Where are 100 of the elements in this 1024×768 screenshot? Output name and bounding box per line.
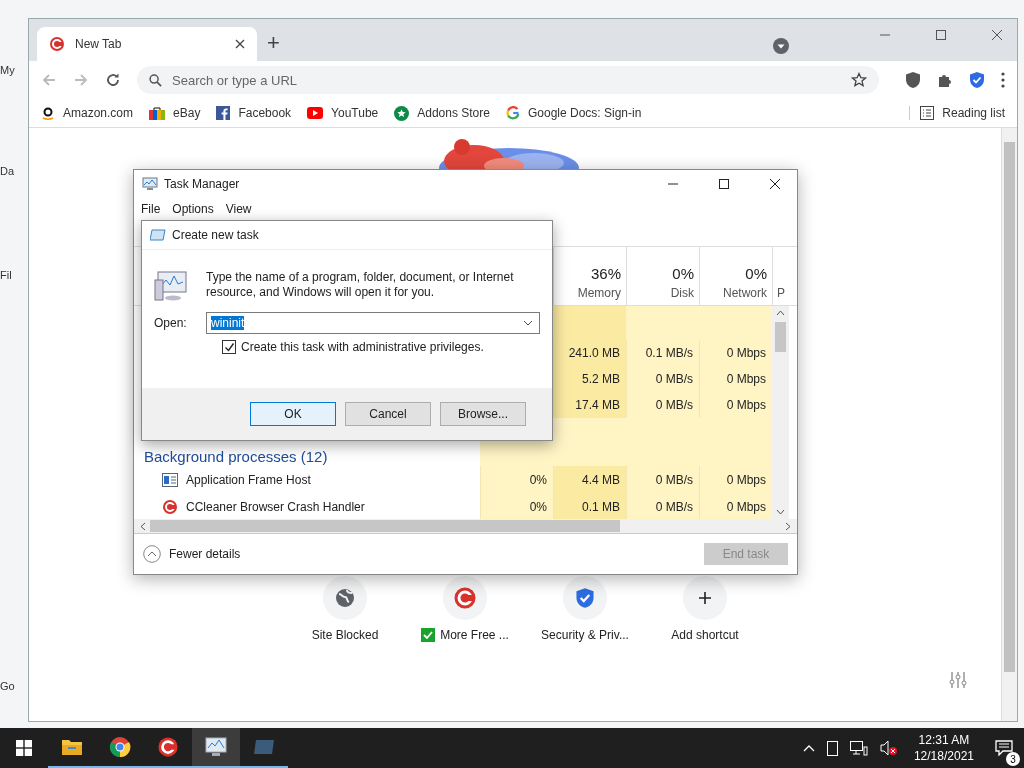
message-icon <box>995 740 1013 756</box>
column-header[interactable]: 0% Disk <box>626 247 699 305</box>
table-cell: 0 Mbps <box>699 392 772 418</box>
play-icon <box>307 107 324 119</box>
close-icon[interactable] <box>769 178 781 190</box>
shortcut-tile[interactable]: Site Blocked <box>286 576 404 642</box>
dialog-title: Create new task <box>172 228 259 242</box>
table-cell: 0 Mbps <box>699 366 772 392</box>
window-icon <box>253 739 275 755</box>
clock[interactable]: 12:31 AM 12/18/2021 <box>913 732 974 764</box>
notifications-button[interactable]: 3 <box>984 729 1024 767</box>
scrollbar[interactable] <box>772 306 789 519</box>
notification-badge: 3 <box>1006 752 1020 766</box>
plus-icon <box>698 591 712 605</box>
new-tab-button[interactable]: + <box>267 30 280 56</box>
table-cell: 0 Mbps <box>699 466 772 493</box>
desktop-icon-label[interactable]: Fil <box>0 269 12 281</box>
table-cell: 0 MB/s <box>626 466 699 493</box>
shortcut-tile[interactable]: Add shortcut <box>646 576 764 642</box>
table-cell: 241.0 MB <box>553 340 626 366</box>
close-icon[interactable] <box>235 39 245 49</box>
bookmark-link[interactable]: Addons Store <box>394 105 490 121</box>
monitor-icon <box>204 736 228 758</box>
shortcut-tile[interactable]: Security & Priv... <box>526 576 644 642</box>
dialog-button[interactable]: OK <box>250 402 336 426</box>
window-title: Task Manager <box>164 177 240 191</box>
ccleaner-icon <box>49 36 65 52</box>
chevron-up-icon[interactable] <box>802 744 815 752</box>
list-icon <box>920 106 935 120</box>
chevron-down-icon[interactable] <box>523 320 533 326</box>
table-cell: 0 Mbps <box>699 493 772 519</box>
computer-icon <box>154 270 188 302</box>
address-bar[interactable]: Search or type a URL <box>137 66 879 94</box>
fewer-details-button[interactable]: Fewer details <box>143 545 241 563</box>
checkbox-label[interactable]: Create this task with administrative privileges. <box>241 340 484 354</box>
input-field[interactable]: wininit <box>206 312 540 334</box>
ccleaner-icon <box>453 586 477 610</box>
dialog-button[interactable]: Cancel <box>345 402 431 426</box>
bookmark-link[interactable]: Facebook <box>216 106 292 120</box>
shortcut-tile[interactable]: More Free ... <box>406 576 524 642</box>
table-cell: 0 MB/s <box>626 493 699 519</box>
bookmark-link[interactable]: eBay <box>149 106 201 120</box>
scrollbar[interactable] <box>134 519 797 533</box>
chrome-icon <box>109 736 131 758</box>
dialog-message: Type the name of a program, folder, document, or Internet resource, and Windows will open it for you. <box>206 270 515 300</box>
scrollbar-thumb[interactable] <box>150 520 620 532</box>
network-icon[interactable] <box>849 740 868 756</box>
shopping-bag-icon <box>149 106 166 120</box>
globe-icon <box>335 588 355 608</box>
dialog-button[interactable]: Browse... <box>440 402 526 426</box>
maximize-icon[interactable] <box>718 178 730 190</box>
star-icon[interactable] <box>851 72 867 88</box>
column-header[interactable]: P <box>772 247 791 305</box>
column-header[interactable]: 0% Network <box>699 247 772 305</box>
table-cell: 17.4 MB <box>553 392 626 418</box>
menu-item[interactable]: Options <box>172 202 214 216</box>
bookmark-link[interactable]: YouTube <box>307 106 379 120</box>
reload-icon[interactable] <box>105 72 121 88</box>
browser-tab[interactable]: New Tab <box>37 27 257 61</box>
scrollbar-thumb[interactable] <box>775 322 786 352</box>
dropdown-icon[interactable] <box>773 38 789 54</box>
table-cell: 0 MB/s <box>626 366 699 392</box>
table-cell: 0% <box>480 466 553 493</box>
desktop-icon-label[interactable]: Da <box>0 165 15 177</box>
menu-icon[interactable] <box>1001 72 1005 88</box>
chevron-up-icon <box>143 545 161 563</box>
desktop-icon-label[interactable]: My <box>0 64 15 76</box>
folder-icon <box>61 738 83 756</box>
checkbox[interactable] <box>222 340 236 354</box>
google-icon <box>505 106 520 120</box>
facebook-icon <box>216 106 231 120</box>
menu-item[interactable]: View <box>225 202 252 216</box>
reading-list-button[interactable]: Reading list <box>909 106 1005 120</box>
tablet-icon[interactable] <box>826 740 838 756</box>
table-cell: 0% <box>480 493 553 519</box>
ccleaner-icon <box>162 498 178 515</box>
table-cell: 0.1 MB <box>553 493 626 519</box>
shield-icon[interactable] <box>905 71 921 89</box>
sliders-icon[interactable] <box>949 671 967 689</box>
bookmark-link[interactable]: Google Docs: Sign-in <box>505 106 642 120</box>
puzzle-icon[interactable] <box>937 72 953 88</box>
muted-speaker-icon[interactable] <box>879 740 898 756</box>
table-cell: 0 Mbps <box>699 340 772 366</box>
shield-check-icon[interactable] <box>969 71 985 89</box>
menu-item[interactable]: File <box>141 202 161 216</box>
process-row[interactable]: CCleaner Browser Crash Handler <box>134 493 480 519</box>
scrollbar[interactable] <box>1001 128 1017 721</box>
ccleaner-icon <box>157 736 179 758</box>
table-cell: 4.4 MB <box>553 466 626 493</box>
run-icon <box>150 229 166 241</box>
amazon-icon <box>41 106 55 120</box>
star-badge-icon <box>394 105 410 121</box>
field-label: Open: <box>154 316 188 330</box>
monitor-icon <box>142 177 158 191</box>
bookmark-link[interactable]: Amazon.com <box>41 106 134 120</box>
desktop-icon-label[interactable]: Go <box>0 680 15 692</box>
taskbar-app[interactable] <box>192 728 240 768</box>
table-cell: 0 MB/s <box>626 392 699 418</box>
process-row[interactable]: Application Frame Host <box>134 466 480 493</box>
table-cell: 5.2 MB <box>553 366 626 392</box>
